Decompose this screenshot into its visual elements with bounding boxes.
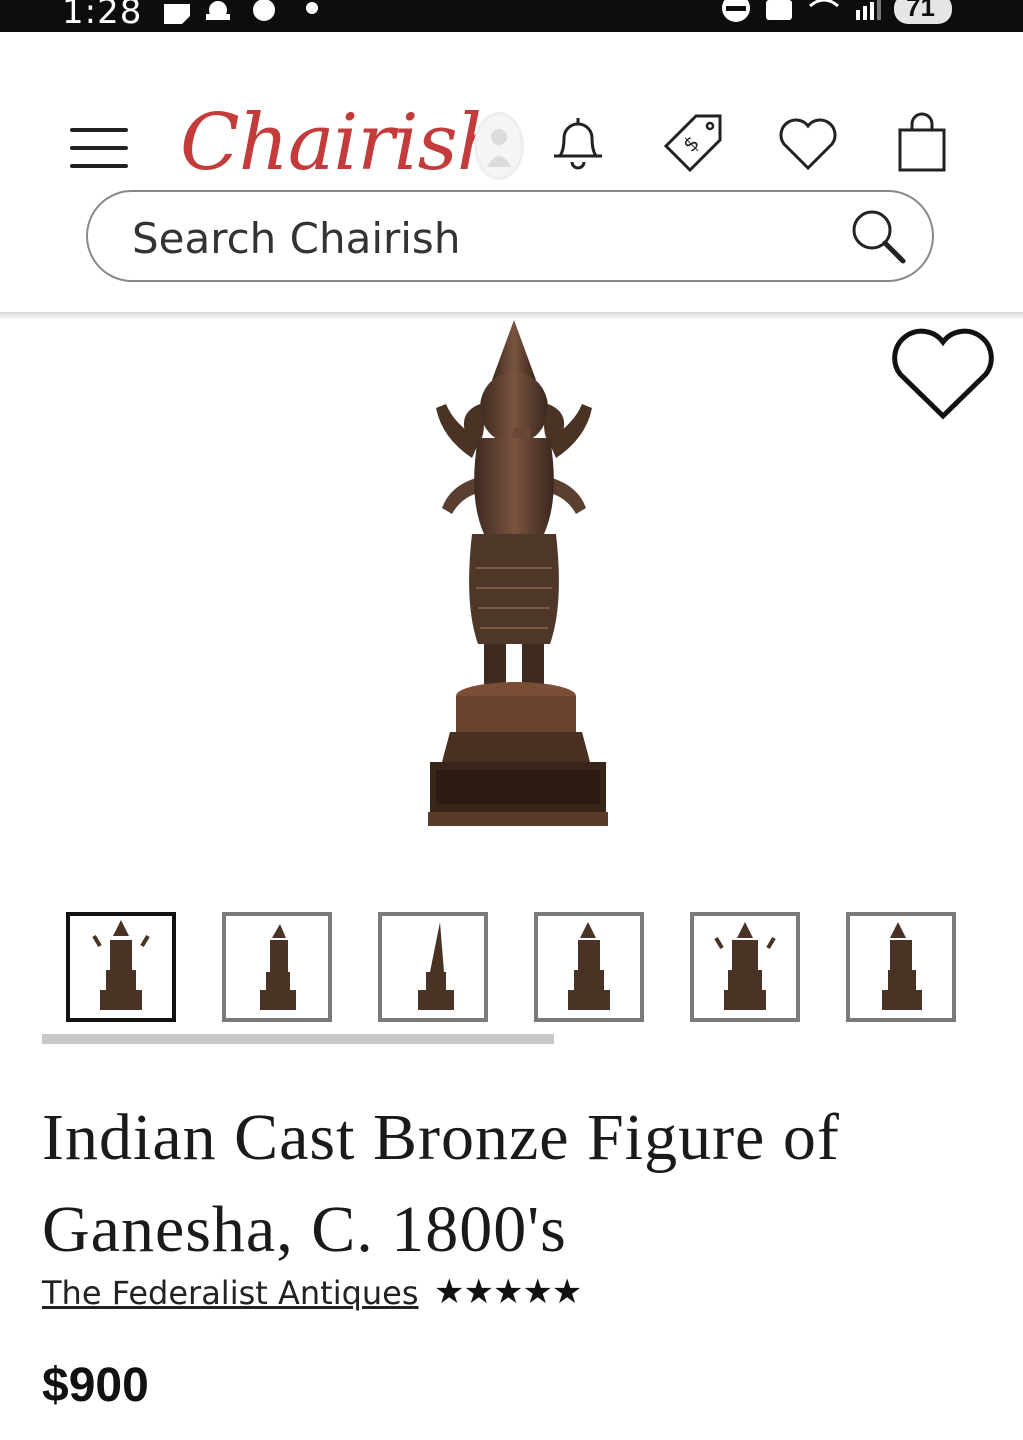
search-icon[interactable] (848, 206, 910, 268)
shopping-bag-icon[interactable] (896, 112, 948, 174)
thumbnail-1[interactable] (66, 912, 176, 1022)
heart-icon[interactable] (778, 116, 838, 172)
product-title: Indian Cast Bronze Figure of Ganesha, C.… (42, 1101, 840, 1266)
thumbnail-gallery (66, 912, 966, 1022)
thumbnail-3[interactable] (378, 912, 488, 1022)
price-tag-icon[interactable]: $ (662, 112, 726, 176)
thumbnail-6[interactable] (846, 912, 956, 1022)
bell-icon[interactable] (548, 112, 608, 174)
avatar-icon[interactable] (474, 112, 524, 180)
battery-level: 71 (906, 0, 935, 22)
thumbnail-2[interactable] (222, 912, 332, 1022)
search-bar[interactable]: Search Chairish (86, 190, 934, 282)
favorite-heart-icon[interactable] (890, 322, 996, 422)
seller-rating-stars[interactable]: ★★★★★ (434, 1272, 582, 1312)
status-bar: 1:28 71 (0, 0, 1023, 32)
notification-icons (164, 0, 318, 24)
chairish-logo[interactable]: Chairish (180, 98, 507, 188)
seller-link[interactable]: The Federalist Antiques (42, 1274, 419, 1312)
thumbnail-4[interactable] (534, 912, 644, 1022)
app-header: Chairish $ Search Chairish (0, 32, 1023, 314)
status-time: 1:28 (62, 0, 143, 32)
thumbnail-scrollbar[interactable] (42, 1034, 554, 1044)
menu-button[interactable] (70, 128, 130, 172)
product-image[interactable] (380, 318, 640, 838)
thumbnail-5[interactable] (690, 912, 800, 1022)
svg-text:$: $ (678, 131, 704, 157)
product-price: $900 (42, 1359, 149, 1412)
search-input[interactable]: Search Chairish (132, 214, 460, 263)
